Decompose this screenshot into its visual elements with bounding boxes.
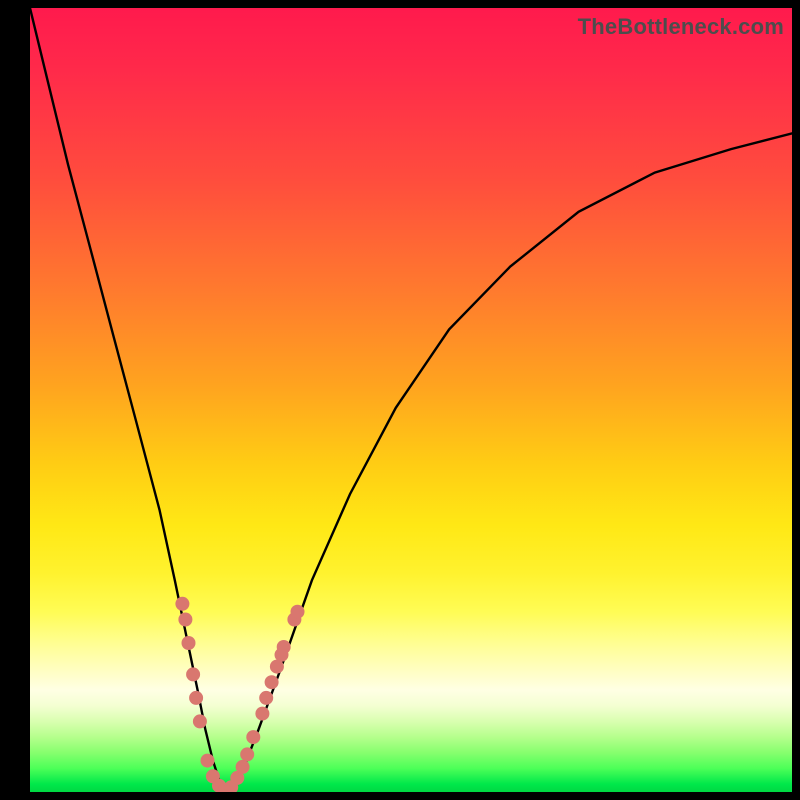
curve-marker xyxy=(206,769,220,783)
curve-marker xyxy=(277,640,291,654)
curve-marker xyxy=(265,675,279,689)
plot-area: TheBottleneck.com xyxy=(30,8,792,792)
curve-marker xyxy=(240,747,254,761)
curve-marker xyxy=(270,660,284,674)
curve-marker xyxy=(291,605,305,619)
curve-marker xyxy=(224,780,238,792)
curve-layer xyxy=(30,8,792,792)
curve-marker xyxy=(175,597,189,611)
curve-markers xyxy=(175,597,304,792)
curve-marker xyxy=(201,754,215,768)
curve-marker xyxy=(186,667,200,681)
curve-marker xyxy=(255,707,269,721)
curve-marker xyxy=(193,714,207,728)
curve-marker xyxy=(182,636,196,650)
curve-marker xyxy=(259,691,273,705)
curve-marker xyxy=(287,613,301,627)
curve-marker xyxy=(218,783,232,792)
watermark-text: TheBottleneck.com xyxy=(578,14,784,40)
curve-marker xyxy=(275,648,289,662)
chart-frame: TheBottleneck.com xyxy=(0,0,800,800)
bottleneck-curve xyxy=(30,8,792,792)
curve-marker xyxy=(178,613,192,627)
curve-marker xyxy=(236,760,250,774)
curve-marker xyxy=(189,691,203,705)
curve-marker xyxy=(230,771,244,785)
curve-marker xyxy=(212,779,226,792)
curve-marker xyxy=(246,730,260,744)
